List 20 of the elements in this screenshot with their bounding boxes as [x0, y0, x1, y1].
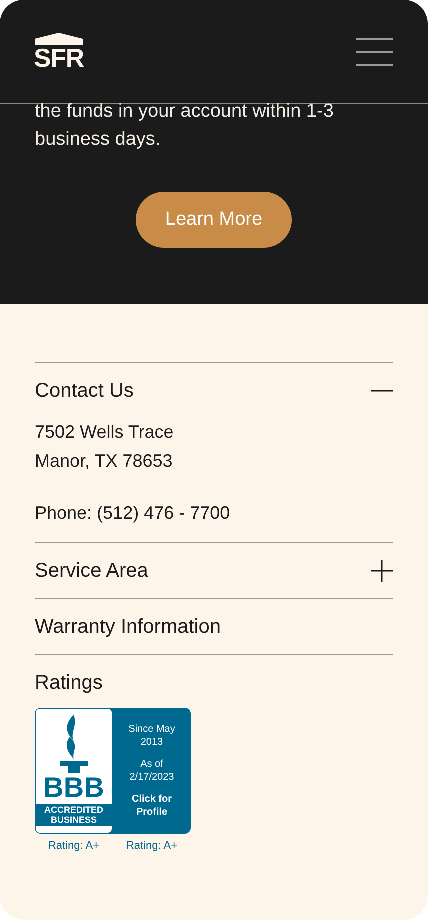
accordion-header[interactable]: Service Area: [35, 543, 393, 598]
accredited-banner: ACCREDITED BUSINESS: [36, 804, 112, 826]
accordion-header[interactable]: Contact Us: [35, 363, 393, 418]
rating-text: Rating: A+: [126, 839, 178, 854]
logo[interactable]: SFR: [35, 32, 83, 70]
plus-icon: [371, 560, 393, 582]
house-roof-icon: [35, 32, 83, 44]
address-text: 7502 Wells Trace Manor, TX 78653: [35, 421, 175, 473]
profile-link[interactable]: Click for Profile: [123, 793, 181, 819]
as-of-text: As of 2/17/2023: [128, 758, 176, 784]
minus-icon: [371, 390, 393, 392]
menu-button[interactable]: [356, 38, 393, 66]
section-title[interactable]: Warranty Information: [35, 612, 221, 642]
rating-text: Rating: A+: [48, 839, 100, 854]
phone-text: Phone: (512) 476 - 7700: [35, 502, 232, 525]
since-text: Since May 2013: [128, 723, 176, 749]
bbb-badge[interactable]: BBB ACCREDITED BUSINESS Since May 2013 As of 2/17/2023 Click for Profile: [35, 708, 191, 834]
section-title[interactable]: Ratings: [35, 668, 103, 698]
hero-text: the funds in your account within 1-3 business days.: [35, 100, 335, 152]
bbb-letters: BBB: [44, 773, 104, 803]
